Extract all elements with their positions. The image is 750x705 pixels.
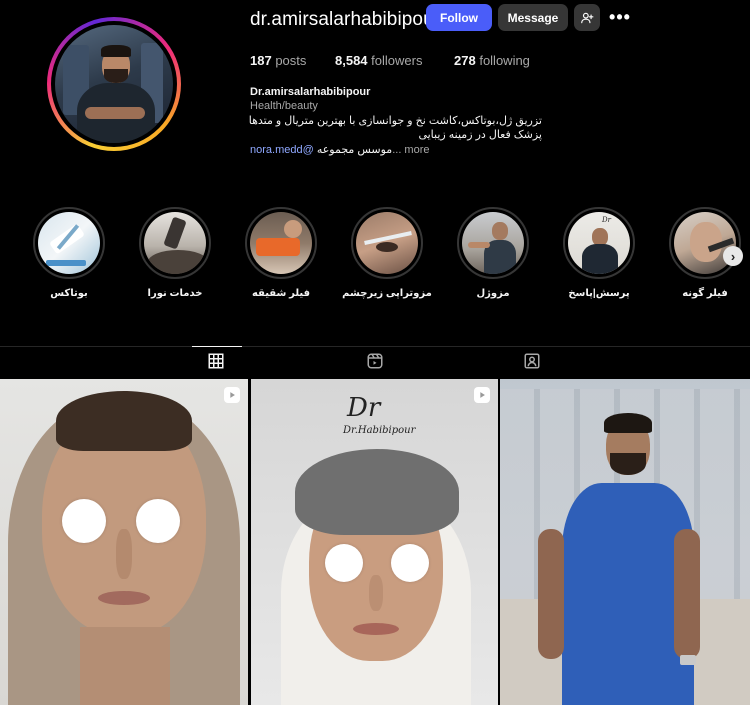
post-image-arm-left	[538, 529, 564, 659]
post-image-nose	[116, 529, 132, 579]
suggested-accounts-button[interactable]	[574, 4, 600, 31]
post-image-hair	[604, 413, 652, 433]
highlight-cheek-filler[interactable]: فیلر گونه	[669, 207, 743, 299]
highlight-label: پرسش|پاسخ	[568, 288, 630, 299]
highlight-under-eye-mesotherapy[interactable]: مزوتراپی زیرچشم	[342, 207, 432, 299]
tagged-icon	[524, 353, 540, 369]
highlight-label: خدمات نورا	[147, 288, 203, 299]
bio-mention-link[interactable]: nora.medd@	[250, 144, 314, 156]
highlight-label: مزوژل	[476, 288, 510, 299]
botox-highlight-icon	[38, 212, 100, 274]
post-tile[interactable]	[500, 379, 750, 705]
reel-badge	[224, 387, 240, 403]
message-button[interactable]: Message	[498, 4, 568, 31]
following-count-value: 278	[454, 53, 476, 68]
highlight-temple-filler[interactable]: فیلر شقیقه	[245, 207, 319, 299]
tab-reels[interactable]	[366, 352, 386, 372]
following-link[interactable]: 278 following	[454, 53, 530, 68]
post-image-beard	[610, 453, 646, 475]
highlight-label: فیلر گونه	[682, 288, 728, 299]
highlight-label: بوتاکس	[50, 288, 88, 299]
eye-cover-left	[325, 544, 363, 582]
highlight-ring	[669, 207, 741, 279]
avatar-person-beard	[104, 69, 128, 83]
tab-posts[interactable]	[207, 352, 227, 372]
more-options-button[interactable]: •••	[605, 4, 635, 31]
highlight-nora-services[interactable]: خدمات نورا	[139, 207, 213, 299]
highlight-label: مزوتراپی زیرچشم	[342, 288, 432, 299]
bio-line-2: پزشک فعال در زمینه زیبایی	[418, 129, 542, 141]
avatar-person-hair	[101, 45, 131, 57]
followers-link[interactable]: 8,584 followers	[335, 53, 422, 68]
avatar-person-arm	[85, 107, 145, 119]
post-tile[interactable]: Dr Dr.Habibipour	[251, 379, 498, 705]
under-eye-mesotherapy-highlight-icon	[356, 212, 418, 274]
grid-icon	[208, 353, 224, 369]
reels-icon	[367, 353, 383, 369]
tab-tagged[interactable]	[523, 352, 543, 372]
active-tab-indicator	[192, 346, 242, 347]
profile-username: dr.amirsalarhabibipour	[250, 9, 441, 30]
highlight-botox[interactable]: بوتاکس	[33, 207, 107, 299]
highlight-qa[interactable]: Dr پرسش|پاسخ	[563, 207, 637, 299]
post-image-lips	[98, 591, 150, 605]
followers-count-label: followers	[371, 53, 423, 68]
post-image-arm-right	[674, 529, 700, 659]
watermark-signature: Dr	[347, 393, 381, 423]
bio-name: Dr.amirsalarhabibipour	[250, 86, 371, 98]
eye-cover-right	[391, 544, 429, 582]
reel-badge-icon	[480, 392, 485, 398]
qa-highlight-icon: Dr	[568, 212, 630, 274]
chevron-right-icon: ›	[730, 248, 736, 264]
profile-avatar-ring[interactable]	[47, 17, 181, 151]
highlight-ring: Dr	[563, 207, 635, 279]
add-person-icon	[581, 12, 594, 23]
bio-more-link[interactable]: ... more	[392, 144, 429, 156]
reel-badge-icon	[230, 392, 235, 398]
eye-cover-right	[136, 499, 180, 543]
posts-count-value: 187	[250, 53, 272, 68]
highlight-ring	[245, 207, 317, 279]
post-image-neck	[80, 627, 170, 705]
highlight-mesogel[interactable]: مزوژل	[457, 207, 531, 299]
tabs-divider	[0, 346, 750, 347]
highlight-ring	[139, 207, 211, 279]
highlights-next-button[interactable]: ›	[723, 246, 743, 266]
followers-count-value: 8,584	[335, 53, 368, 68]
profile-avatar[interactable]	[55, 25, 173, 143]
highlight-ring	[351, 207, 423, 279]
post-image-hair	[56, 391, 192, 451]
watermark-text: Dr.Habibipour	[343, 425, 416, 436]
reel-badge	[474, 387, 490, 403]
posts-count: 187 posts	[250, 53, 306, 68]
highlight-ring	[457, 207, 529, 279]
posts-count-label: posts	[275, 53, 307, 68]
post-image-nose	[369, 575, 383, 611]
post-image-watch	[680, 655, 696, 665]
bio-category: Health/beauty	[250, 100, 318, 112]
mesogel-highlight-icon	[462, 212, 524, 274]
highlight-ring	[33, 207, 105, 279]
bio-line-3-text: موسس مجموعه	[316, 144, 393, 156]
post-image-hair	[295, 449, 459, 535]
more-options-icon: •••	[609, 7, 631, 27]
post-image-lips	[353, 623, 399, 635]
eye-cover-left	[62, 499, 106, 543]
follow-button[interactable]: Follow	[426, 4, 492, 31]
bio-line-3: nora.medd@ موسس مجموعه... more	[250, 143, 430, 156]
temple-filler-highlight-icon	[250, 212, 312, 274]
post-tile[interactable]	[0, 379, 248, 705]
highlight-label: فیلر شقیقه	[251, 288, 311, 299]
nora-services-highlight-icon	[144, 212, 206, 274]
bio-line-1: تزریق ژل،بوتاکس،کاشت نخ و جوانسازی با به…	[248, 115, 542, 127]
cheek-filler-highlight-icon	[674, 212, 736, 274]
following-count-label: following	[479, 53, 530, 68]
